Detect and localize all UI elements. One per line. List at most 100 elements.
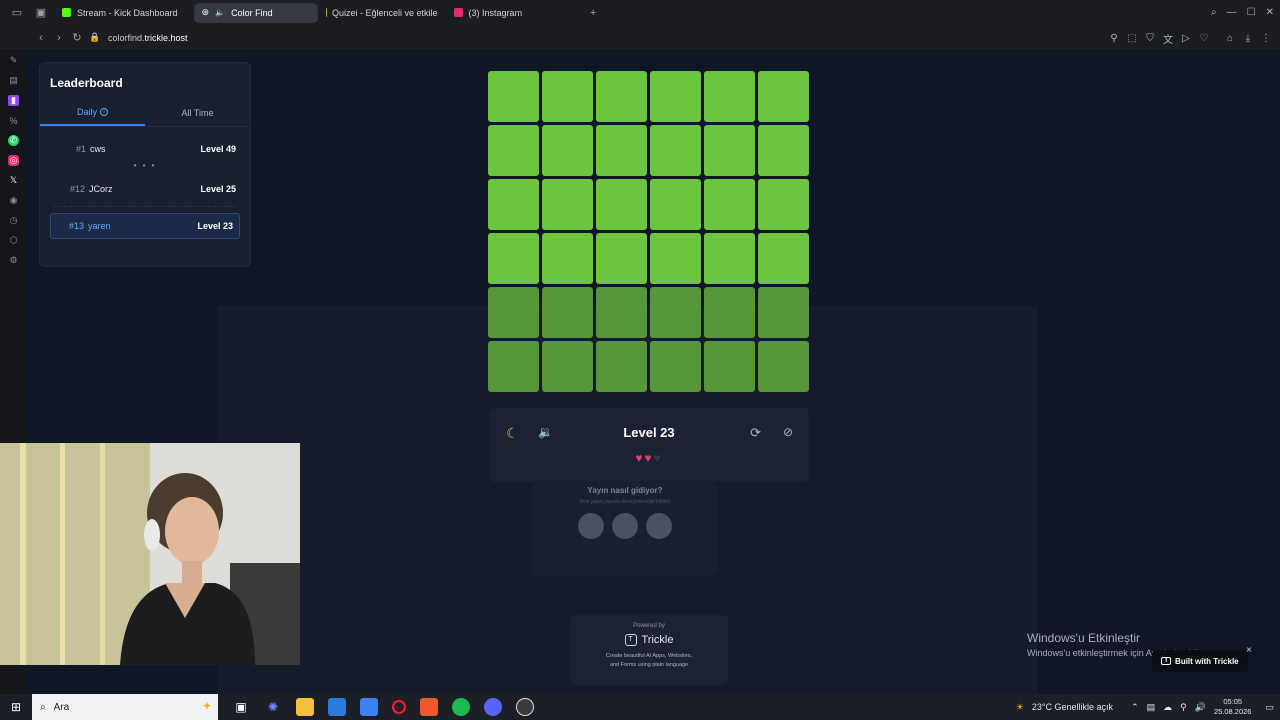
close-icon[interactable]: ✕ [1266,7,1274,18]
tab-instagram[interactable]: (3) Instagram [446,3,531,23]
grid-cell[interactable] [488,287,539,338]
network-icon[interactable]: ☁ [1163,702,1172,713]
messenger-icon[interactable]: ▤ [8,75,19,86]
clock[interactable]: 05:05 25.08.2026 [1214,697,1252,717]
grid-cell[interactable] [596,71,647,122]
grid-cell[interactable] [542,125,593,176]
task-view-icon[interactable]: ▣ [232,698,250,716]
cube-icon[interactable]: ⬡ [8,235,19,246]
grid-cell[interactable] [650,233,701,284]
info-icon[interactable]: i [100,107,108,116]
grid-cell[interactable] [704,179,755,230]
grid-cell[interactable] [542,71,593,122]
notes-icon[interactable]: ✎ [8,55,19,66]
settings-icon[interactable]: ⚙ [8,255,19,266]
history-icon[interactable]: ◷ [8,215,19,226]
grid-cell[interactable] [650,287,701,338]
menu-icon[interactable]: ⋮ [1260,33,1272,44]
discord-icon[interactable] [484,698,502,716]
grid-cell[interactable] [488,71,539,122]
grid-cell[interactable] [488,233,539,284]
close-badge-icon[interactable]: ✕ [1246,646,1252,654]
forward-icon[interactable]: › [50,32,68,44]
grid-cell[interactable] [758,233,809,284]
minimize-icon[interactable]: — [1227,7,1237,18]
grid-cell[interactable] [488,341,539,392]
grid-cell[interactable] [596,287,647,338]
sad-emoji-icon[interactable] [578,513,604,539]
tab-quizei[interactable]: Quizei - Eğlenceli ve etkile [318,3,446,23]
tab-all-time[interactable]: All Time [145,99,250,126]
x-icon[interactable]: 𝕏 [8,175,19,186]
grid-cell[interactable] [542,341,593,392]
back-icon[interactable]: ‹ [32,32,50,44]
obs-icon[interactable] [516,698,534,716]
grid-cell[interactable] [704,71,755,122]
grid-cell[interactable] [758,341,809,392]
grid-cell[interactable] [650,125,701,176]
grid-cell[interactable] [704,125,755,176]
grid-cell[interactable] [704,341,755,392]
translate-icon[interactable]: 文 [1162,31,1174,46]
percent-icon[interactable]: % [8,115,19,126]
grid-cell[interactable] [488,179,539,230]
copilot-icon[interactable]: ✺ [264,698,282,716]
play-icon[interactable]: ▷ [1180,33,1192,44]
grid-cell[interactable] [596,233,647,284]
grid-cell[interactable] [542,233,593,284]
maximize-icon[interactable]: ☐ [1247,7,1256,18]
opera-icon[interactable] [392,700,406,714]
eye-off-icon[interactable]: ⊘ [783,425,793,439]
tab-color-find[interactable]: ⊛ 🔈 Color Find [193,2,318,23]
weather-text[interactable]: 23°C Genellikle açık [1032,702,1113,712]
wallet-icon[interactable]: ⌂ [1224,33,1236,44]
shield-icon[interactable]: ⛉ [1144,33,1156,44]
heart-icon[interactable]: ♡ [1198,33,1210,44]
grid-cell[interactable] [488,125,539,176]
download-icon[interactable]: ⤓ [1242,33,1254,44]
chevron-up-icon[interactable]: ⌃ [1131,702,1139,713]
taskbar-search[interactable]: ⌕ Ara ✦ [32,694,218,720]
url-field[interactable]: colorfind.trickle.host [108,33,188,43]
app-orange-icon[interactable] [420,698,438,716]
grid-cell[interactable] [542,179,593,230]
grid-cell[interactable] [596,179,647,230]
twitch-icon[interactable]: ▮ [8,95,19,106]
reload-icon[interactable]: ↻ [68,31,86,44]
refresh-icon[interactable]: ⟳ [750,425,761,441]
tab-daily[interactable]: Daily i [40,99,145,126]
app-tray-icon[interactable]: ▤ [1147,702,1156,713]
windows-start-icon[interactable]: ⊞ [0,700,32,714]
grid-cell[interactable] [758,125,809,176]
grid-cell[interactable] [704,233,755,284]
built-with-trickle-badge[interactable]: T Built with Trickle ✕ [1152,647,1252,672]
grid-cell[interactable] [758,179,809,230]
search-tabs-icon[interactable]: ⌕ [1211,7,1217,18]
tab-kick-dashboard[interactable]: Stream - Kick Dashboard [54,3,186,23]
grid-cell[interactable] [596,125,647,176]
grid-cell[interactable] [650,341,701,392]
grid-cell[interactable] [704,287,755,338]
volume-icon[interactable]: 🔊 [1195,702,1206,713]
mic-icon[interactable]: ⚲ [1180,702,1187,713]
grid-cell[interactable] [650,179,701,230]
spotify-icon[interactable] [452,698,470,716]
mail-icon[interactable] [328,698,346,716]
workspaces-icon[interactable]: ▣ [32,6,50,19]
new-tab-button[interactable]: + [584,7,602,19]
grid-cell[interactable] [758,71,809,122]
file-explorer-icon[interactable] [296,698,314,716]
instagram-side-icon[interactable]: ◎ [8,155,19,166]
grid-cell[interactable] [650,71,701,122]
neutral-emoji-icon[interactable] [612,513,638,539]
sidebar-toggle-icon[interactable]: ▭ [8,6,26,19]
whatsapp-icon[interactable]: ✆ [8,135,19,146]
store-icon[interactable] [360,698,378,716]
grid-cell[interactable] [596,341,647,392]
compass-icon[interactable]: ◉ [8,195,19,206]
notification-icon[interactable]: ▭ [1265,702,1274,713]
happy-emoji-icon[interactable] [646,513,672,539]
grid-cell[interactable] [542,287,593,338]
powered-by-card[interactable]: Powered by T Trickle Create beautiful AI… [570,615,728,685]
pin-icon[interactable]: ⚲ [1108,33,1120,44]
